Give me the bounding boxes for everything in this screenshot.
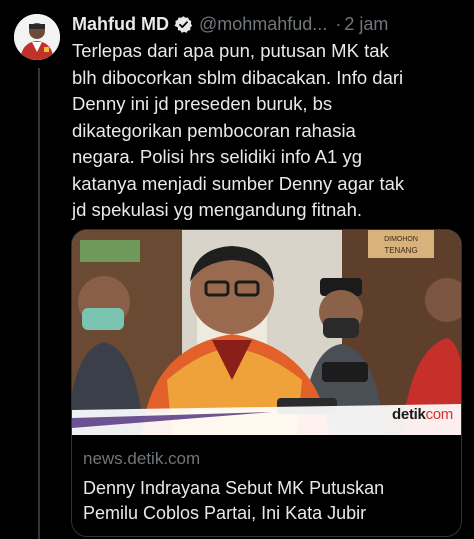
watermark-main: detik xyxy=(392,406,426,423)
card-image[interactable]: DIMOHON TENANG detikcom xyxy=(72,230,461,435)
tweet-text-line: katanya menjadi sumber Denny agar tak xyxy=(72,172,405,194)
detik-watermark: detikcom xyxy=(392,406,453,423)
verified-badge-icon xyxy=(174,15,193,34)
thread-line xyxy=(38,68,40,539)
tweet-text: Terlepas dari apa pun, putusan MK tak bl… xyxy=(72,38,468,224)
card-title: Denny Indrayana Sebut MK Putuskan Pemilu… xyxy=(83,476,453,526)
author-name[interactable]: Mahfud MD xyxy=(72,14,169,35)
tweet-text-line: Terlepas dari apa pun, putusan MK tak xyxy=(72,40,389,61)
tweet-text-line: negara. Polisi hrs selidiki info A1 yg xyxy=(72,146,362,167)
card-title-line: Pemilu Coblos Partai, Ini Kata Jubir xyxy=(83,503,367,523)
link-card[interactable]: DIMOHON TENANG detikcom news.detik.com D… xyxy=(71,229,462,537)
avatar[interactable] xyxy=(14,14,60,60)
tweet-text-line: Denny ini jd preseden buruk, bs xyxy=(72,93,333,114)
card-domain: news.detik.com xyxy=(83,449,201,468)
tweet-text-line: jd spekulasi yg mengandung fitnah. xyxy=(72,199,363,220)
sign-text-bottom: TENANG xyxy=(384,246,417,255)
tweet-text-line: blh dibocorkan sblm dibacakan. Info dari xyxy=(72,66,404,88)
author-handle[interactable]: @mohmahfud... xyxy=(199,14,327,35)
header-separator: · xyxy=(335,13,342,34)
sign-text-top: DIMOHON xyxy=(384,236,418,243)
card-title-line: Denny Indrayana Sebut MK Putuskan xyxy=(83,478,385,498)
watermark-accent: com xyxy=(425,406,454,423)
tweet-text-line: dikategorikan pembocoran rahasia xyxy=(72,119,356,141)
tweet-timestamp[interactable]: 2 jam xyxy=(344,14,388,35)
tweet-header: Mahfud MD @mohmahfud... · 2 jam xyxy=(72,12,470,36)
